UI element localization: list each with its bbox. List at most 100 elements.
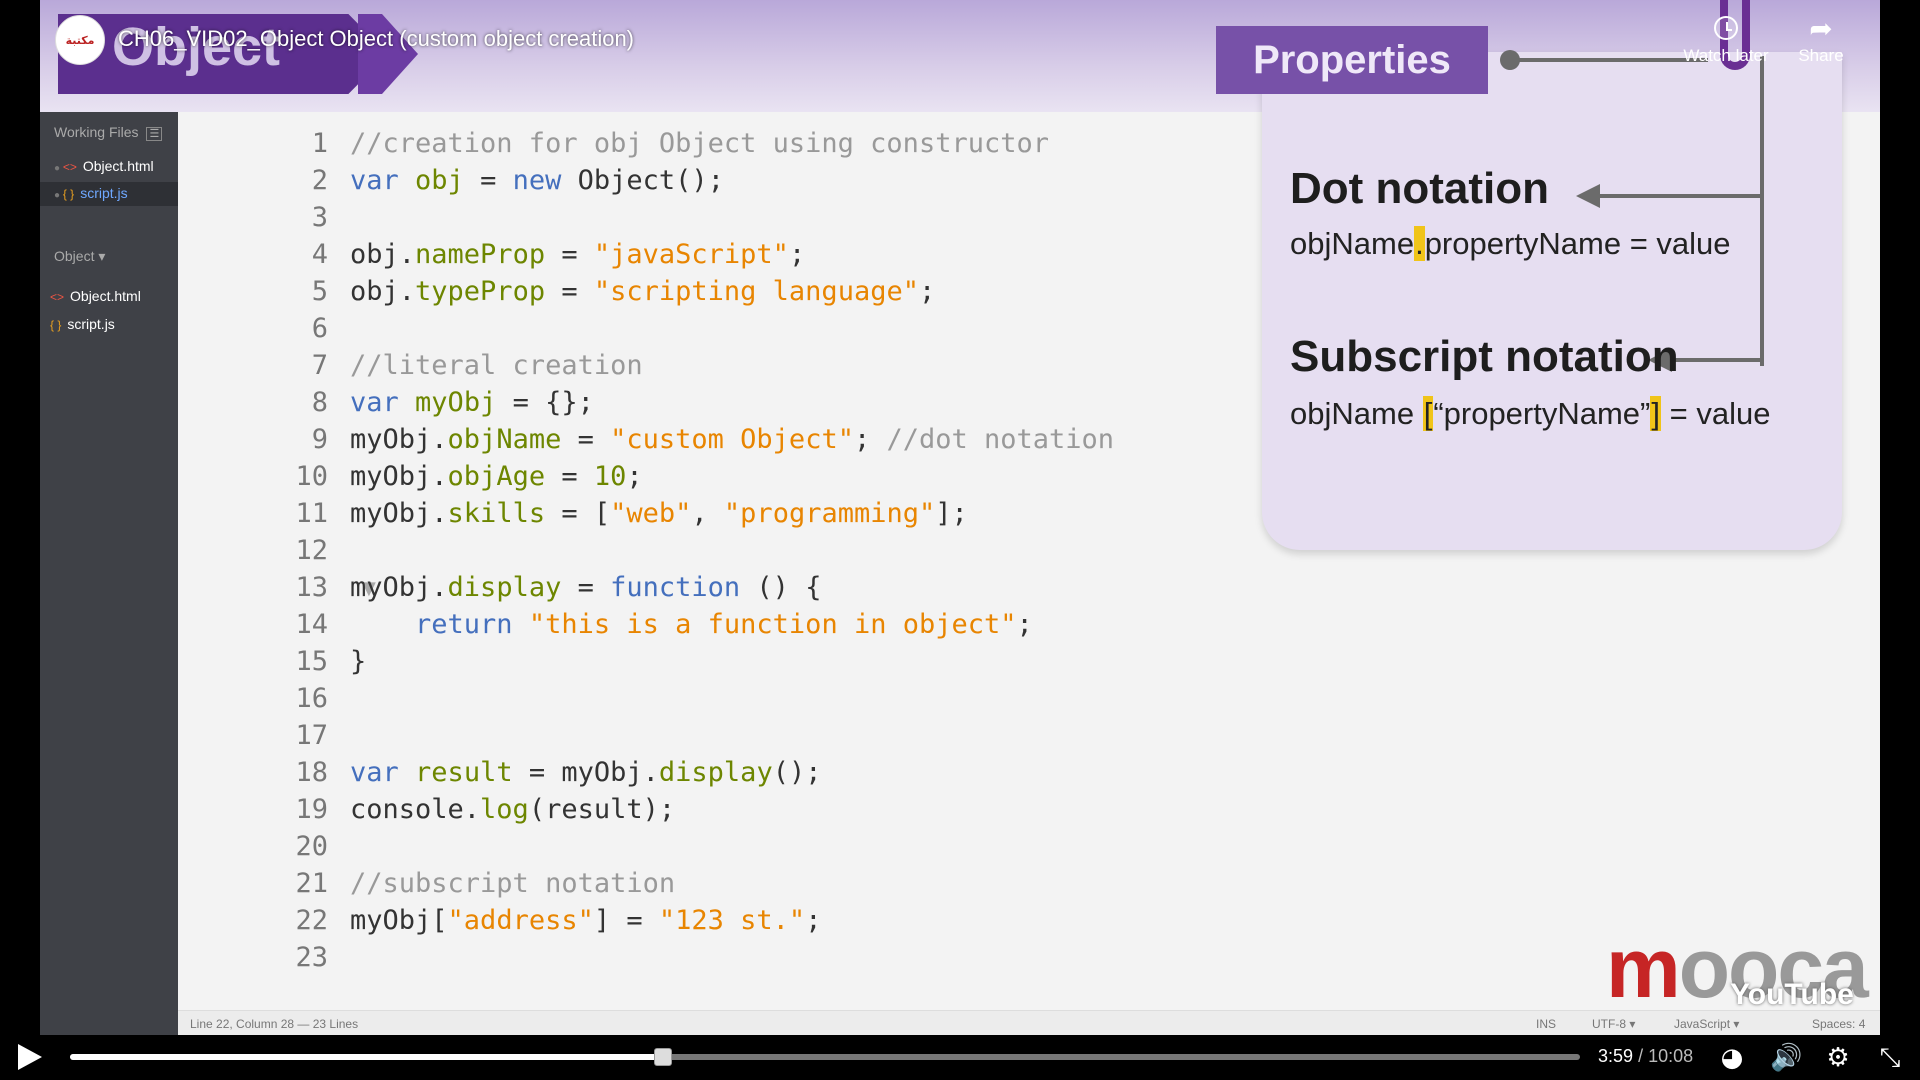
connector-line-vertical [1760,56,1764,366]
volume-icon[interactable]: 🔊 [1770,1042,1802,1074]
line-number: 7 [311,350,328,381]
js-file-icon: { } [62,187,75,201]
code-line[interactable]: console.log(result); [350,794,675,825]
insert-mode[interactable]: INS [1536,1017,1556,1031]
time-display: 3:59 / 10:08 [1598,1046,1693,1067]
line-number: 4 [311,239,328,270]
expr-part: objName [1290,396,1423,431]
watch-later-label: Watch later [1683,46,1769,65]
tree-file-item[interactable]: <> Object.html [50,288,141,304]
progress-bar[interactable] [70,1048,1580,1066]
line-number: 12 [295,535,328,566]
connector-dot [1500,50,1520,70]
file-sidebar: Working Files ☰ ● <> Object.html ● { } scr… [40,112,178,1035]
channel-avatar[interactable]: مكتبة [55,15,105,65]
video-title[interactable]: CH06_VID02_Object Object (custom object … [118,26,634,52]
bracket-highlight: [ [1422,396,1434,431]
encoding-select[interactable]: UTF-8 ▾ [1592,1017,1635,1031]
html-file-icon: <> [62,160,77,174]
tree-file-item[interactable]: { } script.js [50,316,115,332]
dot-arrow-line [1596,194,1764,198]
code-line[interactable]: obj.nameProp = "javaScript"; [350,239,805,270]
line-number: 16 [295,683,328,714]
language-select[interactable]: JavaScript ▾ [1674,1017,1739,1031]
watch-later-button[interactable]: Watch later [1676,16,1776,66]
file-name: script.js [67,316,115,332]
code-line[interactable]: //creation for obj Object using construc… [350,128,1049,159]
expr-part: = value [1661,396,1771,431]
line-number: 3 [311,202,328,233]
exit-fullscreen-icon[interactable]: ⤡ [1874,1042,1906,1074]
youtube-watermark[interactable]: YouTube [1730,978,1854,1012]
share-arrow-icon: ➦ [1809,13,1833,44]
working-file-item[interactable]: ● <> Object.html [54,158,154,174]
split-icon[interactable]: ☰ [146,127,163,141]
code-line[interactable]: var obj = new Object(); [350,165,724,196]
code-line[interactable]: var result = myObj.display(); [350,757,821,788]
code-line[interactable]: myObj.skills = ["web", "programming"]; [350,498,968,529]
video-frame[interactable]: Object 〜 ■ ▣ ✎ ◈ ≡ ⚙ ◍ Working Files ☰ ●… [40,0,1880,1035]
play-icon[interactable] [18,1044,42,1070]
line-number: 23 [295,942,328,973]
code-line[interactable]: //literal creation [350,350,643,381]
screen: Object 〜 ■ ▣ ✎ ◈ ≡ ⚙ ◍ Working Files ☰ ●… [0,0,1920,1080]
working-file-item-selected[interactable]: ● { } script.js [54,185,128,201]
dot-notation-expression: objName.propertyName = value [1290,226,1731,262]
working-files-label: Working Files [54,124,139,140]
line-number: 20 [295,831,328,862]
dot-arrow-head [1576,184,1600,208]
line-number: 22 [295,905,328,936]
subscript-arrow-line [1668,358,1764,362]
code-line[interactable]: myObj.objName = "custom Object"; //dot n… [350,424,1114,455]
js-file-icon: { } [50,318,62,332]
properties-label: Properties [1216,26,1488,94]
properties-card [1262,52,1842,550]
code-line[interactable]: } [350,646,366,677]
share-button[interactable]: ➦ Share [1786,14,1856,66]
line-number: 9 [311,424,328,455]
line-number: 8 [311,387,328,418]
speedometer-icon[interactable]: ◕ [1716,1042,1748,1074]
share-label: Share [1798,46,1844,65]
code-line[interactable]: return "this is a function in object"; [350,609,1033,640]
code-line[interactable]: myObj.display = function () { [350,572,821,603]
code-line[interactable]: myObj.objAge = 10; [350,461,643,492]
progress-played [70,1054,664,1060]
file-name: script.js [80,185,128,201]
line-number: 15 [295,646,328,677]
settings-gear-icon[interactable]: ⚙ [1822,1042,1854,1074]
player-controls: 3:59 / 10:08 ◕ 🔊 ⚙ ⤡ [0,1035,1920,1080]
line-number: 17 [295,720,328,751]
clock-icon [1714,16,1738,40]
bracket-highlight: ] [1650,396,1661,431]
subscript-notation-title: Subscript notation [1290,332,1679,381]
expr-part: “propertyName” [1433,396,1651,431]
line-number: 6 [311,313,328,344]
file-name: Object.html [70,288,141,304]
project-dropdown[interactable]: Object ▾ [54,248,105,265]
line-number: 19 [295,794,328,825]
indent-setting[interactable]: Spaces: 4 [1812,1017,1865,1031]
line-number: 13 [295,572,328,603]
dot-notation-title: Dot notation [1290,164,1550,213]
line-number: 1 [311,128,328,159]
code-line[interactable]: var myObj = {}; [350,387,594,418]
line-number: 2 [311,165,328,196]
code-line[interactable]: obj.typeProp = "scripting language"; [350,276,935,307]
html-file-icon: <> [50,290,65,304]
expr-part: propertyName = value [1424,226,1731,261]
line-number: 11 [295,498,328,529]
line-number: 21 [295,868,328,899]
file-name: Object.html [82,158,154,174]
code-line[interactable]: //subscript notation [350,868,675,899]
line-number: 14 [295,609,328,640]
progress-scrubber[interactable] [654,1048,673,1066]
expr-part: objName [1290,226,1415,261]
line-number: 5 [311,276,328,307]
duration: / 10:08 [1638,1046,1694,1066]
line-number: 10 [295,461,328,492]
current-time: 3:59 [1598,1046,1634,1066]
dot-highlight: . [1414,226,1425,261]
cursor-position: Line 22, Column 28 — 23 Lines [190,1017,359,1031]
code-line[interactable]: myObj["address"] = "123 st."; [350,905,821,936]
